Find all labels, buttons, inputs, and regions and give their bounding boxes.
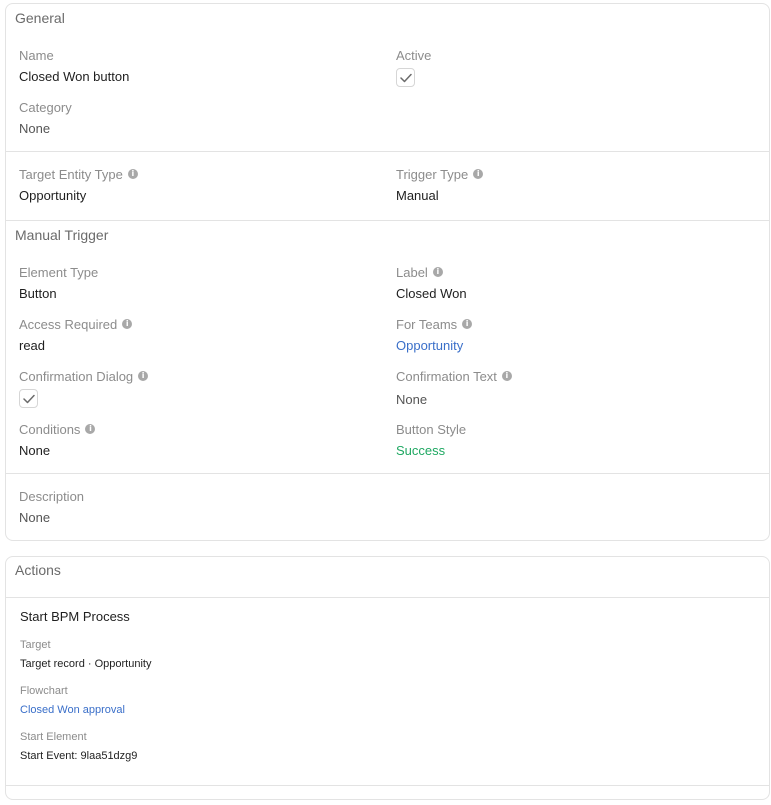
- confirmation-text-label: Confirmation Text: [396, 368, 497, 384]
- trigger-type-label-row: Trigger Type i: [396, 166, 484, 182]
- access-required-label: Access Required: [19, 316, 118, 332]
- trigger-type-field: Trigger Type i Manual: [396, 166, 484, 204]
- info-icon[interactable]: i: [473, 169, 484, 179]
- active-field: Active: [396, 47, 431, 87]
- action-flowchart-field: Flowchart Closed Won approval: [20, 685, 125, 718]
- flowchart-link[interactable]: Closed Won approval: [20, 704, 125, 718]
- label-label: Label: [396, 264, 428, 280]
- for-teams-link[interactable]: Opportunity: [396, 338, 472, 354]
- check-icon: [22, 394, 35, 403]
- label-label-row: Label i: [396, 264, 467, 280]
- manual-trigger-heading: Manual Trigger: [15, 227, 109, 243]
- general-panel: General Name Closed Won button Active Ca…: [5, 3, 770, 541]
- action-flowchart-label: Flowchart: [20, 685, 68, 697]
- for-teams-label: For Teams: [396, 316, 458, 332]
- action-start-element-label: Start Element: [20, 731, 87, 743]
- target-entity-type-field: Target Entity Type i Opportunity: [19, 166, 138, 204]
- info-icon[interactable]: i: [127, 169, 138, 179]
- action-title: Start BPM Process: [20, 609, 130, 624]
- confirmation-text-label-row: Confirmation Text i: [396, 368, 512, 384]
- conditions-value: None: [19, 443, 51, 458]
- info-icon[interactable]: i: [501, 371, 512, 381]
- info-icon[interactable]: i: [122, 319, 133, 329]
- description-field: Description None: [19, 488, 84, 526]
- name-value: Closed Won button: [19, 69, 130, 84]
- active-label: Active: [396, 47, 432, 63]
- label-value: Closed Won: [396, 286, 467, 301]
- element-type-label: Element Type: [19, 264, 99, 280]
- category-field: Category None: [19, 99, 72, 137]
- target-entity-type-value: Opportunity: [19, 188, 87, 203]
- access-required-value: read: [19, 338, 46, 353]
- info-icon[interactable]: i: [138, 371, 149, 381]
- divider: [6, 473, 769, 474]
- element-type-field: Element Type Button: [19, 264, 98, 302]
- confirmation-dialog-checkbox[interactable]: [19, 389, 38, 408]
- button-style-label: Button Style: [396, 421, 467, 437]
- description-label: Description: [19, 488, 85, 504]
- divider: [6, 151, 769, 152]
- info-icon[interactable]: i: [85, 424, 96, 434]
- element-type-value: Button: [19, 286, 57, 301]
- action-start-element-value: Start Event: 9laa51dzg9: [20, 750, 138, 762]
- button-style-field: Button Style Success: [396, 421, 466, 459]
- conditions-field: Conditions i None: [19, 421, 96, 459]
- for-teams-field: For Teams i Opportunity: [396, 316, 473, 354]
- action-target-value: Target record · Opportunity: [20, 658, 152, 670]
- actions-panel: Actions Start BPM Process Target Target …: [5, 556, 770, 800]
- active-checkbox[interactable]: [396, 68, 415, 87]
- divider: [6, 785, 769, 786]
- confirmation-dialog-field: Confirmation Dialog i: [19, 368, 149, 408]
- confirmation-dialog-label: Confirmation Dialog: [19, 368, 134, 384]
- category-label: Category: [19, 99, 72, 115]
- action-target-label: Target: [20, 639, 51, 651]
- general-heading: General: [15, 10, 65, 26]
- actions-heading: Actions: [15, 562, 61, 578]
- target-entity-type-label: Target Entity Type: [19, 166, 123, 182]
- target-entity-type-label-row: Target Entity Type i: [19, 166, 138, 182]
- label-field: Label i Closed Won: [396, 264, 467, 302]
- trigger-type-value: Manual: [396, 188, 439, 203]
- name-label: Name: [19, 47, 54, 63]
- for-teams-label-row: For Teams i: [396, 316, 473, 332]
- access-required-field: Access Required i read: [19, 316, 133, 354]
- access-required-label-row: Access Required i: [19, 316, 133, 332]
- name-field: Name Closed Won button: [19, 47, 129, 85]
- divider: [6, 220, 769, 221]
- confirmation-text-value: None: [396, 392, 428, 407]
- divider: [6, 597, 769, 598]
- info-icon[interactable]: i: [462, 319, 473, 329]
- action-target-field: Target Target record · Opportunity: [20, 639, 151, 672]
- conditions-label-row: Conditions i: [19, 421, 96, 437]
- button-style-value: Success: [396, 443, 446, 458]
- check-icon: [399, 73, 412, 82]
- description-value: None: [19, 510, 51, 525]
- action-start-element-field: Start Element Start Event: 9laa51dzg9: [20, 731, 137, 764]
- confirmation-dialog-label-row: Confirmation Dialog i: [19, 368, 149, 384]
- trigger-type-label: Trigger Type: [396, 166, 469, 182]
- category-value: None: [19, 121, 51, 136]
- confirmation-text-field: Confirmation Text i None: [396, 368, 512, 408]
- conditions-label: Conditions: [19, 421, 81, 437]
- info-icon[interactable]: i: [432, 267, 443, 277]
